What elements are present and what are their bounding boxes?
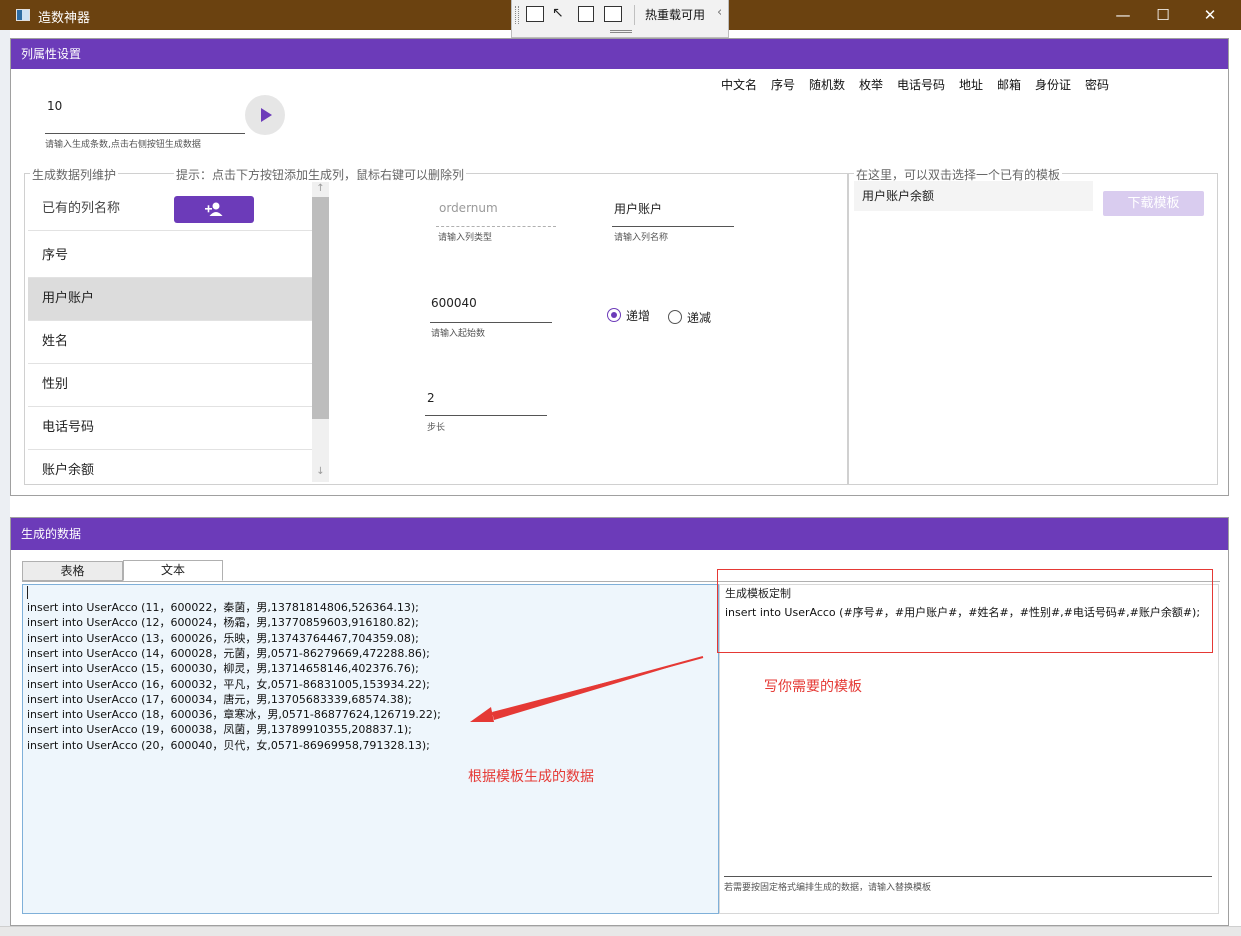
display-adorners-icon[interactable] [578,6,594,22]
count-input-underline [45,133,245,134]
column-list-item[interactable]: 序号 [28,235,312,278]
radio-decrement[interactable] [668,310,682,324]
background-window-strip [0,30,10,936]
toolbar-divider [634,5,635,25]
add-column-button[interactable] [174,196,254,223]
app-icon [16,9,30,21]
column-list-item-selected[interactable]: 用户账户 [28,278,312,321]
type-link-email[interactable]: 邮箱 [997,76,1021,93]
column-list-item[interactable]: 性别 [28,364,312,407]
template-group [848,173,1218,485]
track-focus-icon[interactable] [604,6,622,22]
generated-line: insert into UserAcco (16，600032，平凡，女,057… [27,677,430,691]
step-input[interactable]: 2 [427,391,435,405]
generated-line: insert into UserAcco (17，600034，唐元，男,137… [27,692,412,706]
scroll-down-arrow-icon[interactable]: ↓ [312,466,329,477]
field-type-underline [436,226,556,227]
type-link-serial[interactable]: 序号 [771,76,795,93]
column-maintenance-hint: 提示：点击下方按钮添加生成列，鼠标右键可以删除列 [174,166,467,183]
select-element-icon[interactable]: ↖ [552,5,564,21]
minimize-button[interactable]: — [1103,4,1143,26]
close-button[interactable]: ✕ [1190,4,1230,26]
generate-play-button[interactable] [245,95,285,135]
live-visual-tree-icon[interactable] [526,6,544,22]
column-maintenance-title: 生成数据列维护 [30,166,119,183]
count-input[interactable]: 10 [47,99,62,113]
step-hint: 步长 [427,423,446,433]
radio-increment[interactable] [607,308,621,322]
field-type-input[interactable]: ordernum [439,201,498,215]
debug-toolbar: ↖ 热重载可用 ‹ [511,0,729,38]
toolbar-grip-icon [515,6,519,24]
start-value-hint: 请输入起始数 [431,329,486,339]
column-settings-panel: 列属性设置 中文名 序号 随机数 枚举 电话号码 地址 邮箱 身份证 密码 10… [10,38,1229,496]
scrollbar-thumb[interactable] [312,197,329,419]
start-value-input[interactable]: 600040 [431,296,477,310]
template-hint: 若需要按固定格式编排生成的数据，请输入替换模板 [724,883,932,893]
generated-line: insert into UserAcco (20，600040，贝代，女,057… [27,738,430,752]
field-name-input[interactable]: 用户账户 [614,200,662,217]
type-link-phone[interactable]: 电话号码 [897,76,945,93]
text-cursor [27,586,28,599]
template-list-item[interactable]: 用户账户余额 [854,181,1093,211]
step-underline [425,415,547,416]
column-list-item[interactable]: 姓名 [28,321,312,364]
column-list-item[interactable]: 账户余额 [28,450,312,493]
column-list-item[interactable]: 电话号码 [28,407,312,450]
generated-line: insert into UserAcco (15，600030，柳灵，男,137… [27,662,419,676]
generated-data-panel: 生成的数据 表格 文本 insert into UserAcco (11，600… [10,517,1229,926]
type-link-password[interactable]: 密码 [1085,76,1109,93]
field-type-hint: 请输入列类型 [438,233,493,243]
window-title: 造数神器 [38,11,91,26]
generated-line: insert into UserAcco (14，600028，元菌，男,057… [27,646,430,660]
hot-reload-status: 热重载可用 [645,8,706,22]
start-value-underline [430,322,552,323]
generated-line: insert into UserAcco (19，600038，凤菌，男,137… [27,723,412,737]
scroll-up-arrow-icon[interactable]: ↑ [312,183,329,194]
tab-text[interactable]: 文本 [123,560,223,581]
template-input-underline [724,876,1212,877]
background-window-bottom [0,926,1241,936]
generated-data-header: 生成的数据 [11,518,1228,550]
maximize-button[interactable]: ☐ [1143,4,1183,26]
annotation-highlight-box [717,569,1213,653]
count-hint: 请输入生成条数,点击右侧按钮生成数据 [45,140,201,150]
type-link-id-card[interactable]: 身份证 [1035,76,1071,93]
generated-line: insert into UserAcco (13，600026，乐映，男,137… [27,631,419,645]
tab-table[interactable]: 表格 [22,561,123,581]
type-link-enum[interactable]: 枚举 [859,76,883,93]
annotation-generated-data: 根据模板生成的数据 [468,769,594,785]
type-link-chinese-name[interactable]: 中文名 [721,76,757,93]
field-name-hint: 请输入列名称 [614,233,669,243]
radio-increment-label: 递增 [626,309,651,323]
collapse-toolbar-icon[interactable]: ‹ [717,5,722,20]
existing-columns-label: 已有的列名称 [28,188,312,231]
download-template-button[interactable]: 下载模板 [1103,191,1204,216]
toolbar-handle[interactable] [610,30,632,33]
generated-line: insert into UserAcco (11，600022，秦菌，男,137… [27,601,419,614]
annotation-write-template: 写你需要的模板 [764,679,862,695]
type-link-address[interactable]: 地址 [959,76,983,93]
generated-line: insert into UserAcco (18，600036，章寒冰，男,05… [27,708,441,722]
field-name-underline [612,226,734,227]
type-link-random[interactable]: 随机数 [809,76,845,93]
radio-decrement-label: 递减 [687,311,712,325]
add-user-icon [205,202,223,216]
generated-line: insert into UserAcco (12，600024，杨霜，男,137… [27,616,419,630]
column-settings-header: 列属性设置 [11,39,1228,69]
